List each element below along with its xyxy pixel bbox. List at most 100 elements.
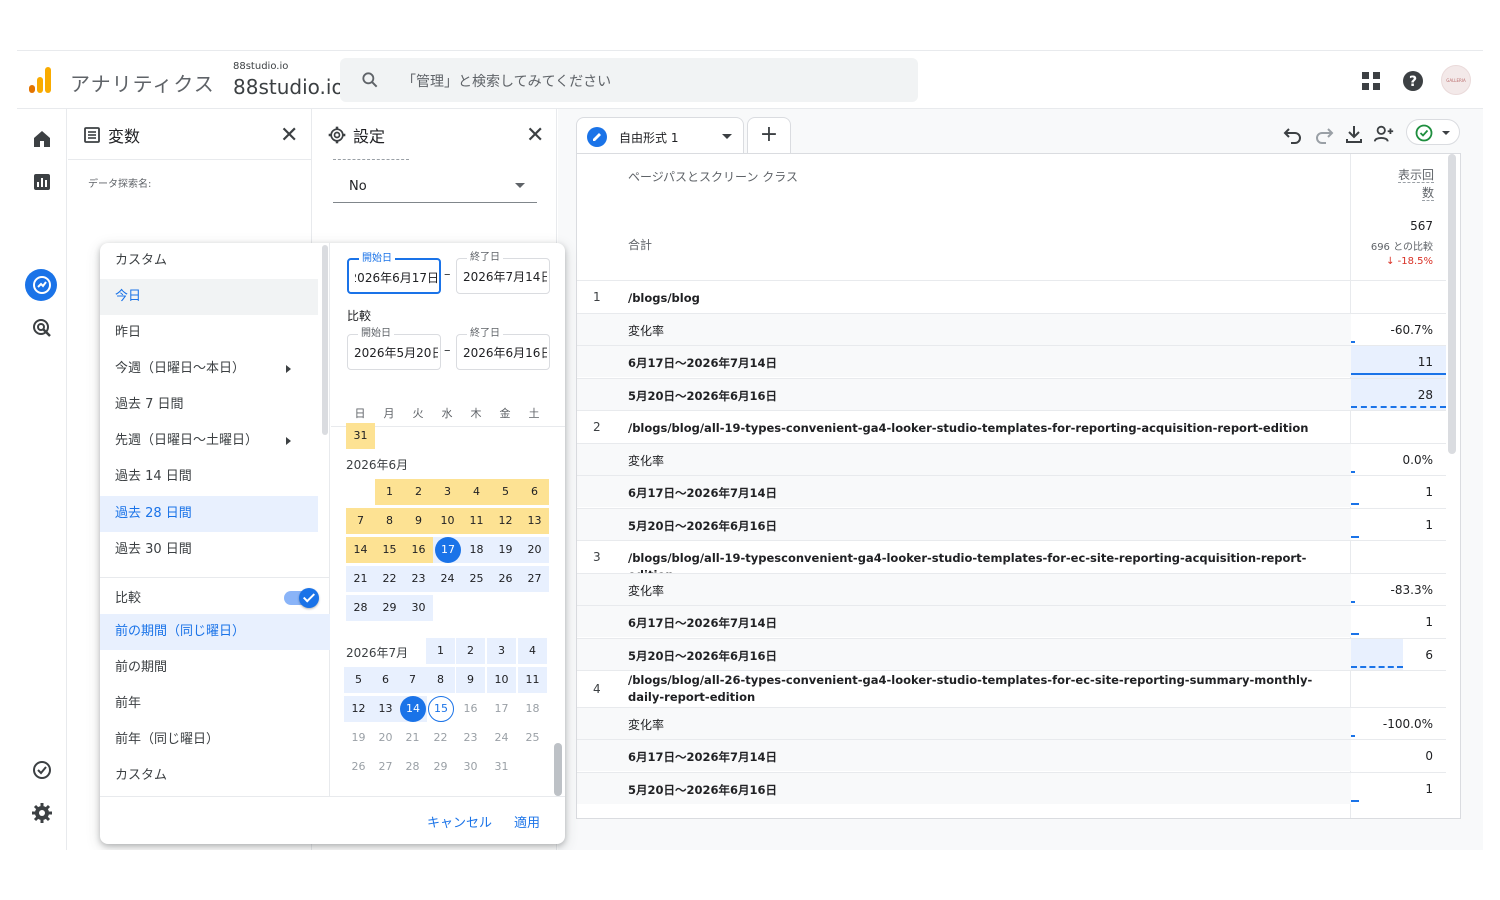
- table-row[interactable]: 変化率 -83.3%: [577, 572, 1446, 606]
- table-row[interactable]: 6月17日〜2026年7月14日 1: [577, 605, 1446, 638]
- calendar-day[interactable]: 27: [520, 566, 549, 592]
- table-row[interactable]: 変化率 -60.7%: [577, 312, 1446, 346]
- calendar-day[interactable]: 11: [518, 667, 547, 693]
- calendar-day[interactable]: 21: [398, 725, 427, 751]
- calendar-day[interactable]: 2: [456, 638, 485, 664]
- calendar-day[interactable]: 4: [462, 479, 491, 505]
- account-name[interactable]: 88studio.io: [233, 61, 288, 72]
- preset-scrollbar[interactable]: [322, 245, 328, 435]
- compare-end-date-field[interactable]: 終了日 2026年6月16日: [456, 328, 550, 370]
- preset-last-7-days[interactable]: 過去 7 日間: [100, 387, 318, 423]
- start-date-field[interactable]: 開始日 2026年6月17日: [347, 253, 441, 294]
- calendar-day[interactable]: 1: [426, 638, 455, 664]
- calendar-day[interactable]: 3: [433, 479, 462, 505]
- dimension-header[interactable]: ページパスとスクリーン クラス: [628, 168, 798, 185]
- analytics-logo[interactable]: [29, 67, 53, 93]
- compare-toggle[interactable]: [284, 588, 319, 608]
- calendar-day[interactable]: 16: [404, 537, 433, 563]
- undo-icon[interactable]: [1282, 123, 1304, 145]
- property-name[interactable]: 88studio.io: [233, 75, 344, 99]
- calendar-day[interactable]: 20: [371, 725, 400, 751]
- status-menu[interactable]: [1406, 119, 1460, 145]
- calendar-day[interactable]: 18: [518, 696, 547, 722]
- calendar-day[interactable]: 28: [346, 595, 375, 621]
- compare-toggle-row[interactable]: 比較: [100, 581, 330, 617]
- table-row[interactable]: 3/blogs/blog/all-19-typesconvenient-ga4-…: [577, 540, 1446, 582]
- compare-prev-period[interactable]: 前の期間: [100, 650, 330, 686]
- calendar-day[interactable]: 24: [487, 725, 516, 751]
- preset-last-28-days[interactable]: 過去 28 日間: [100, 496, 318, 532]
- preset-custom[interactable]: カスタム: [100, 243, 318, 279]
- calendar-day[interactable]: 27: [371, 754, 400, 780]
- calendar-day[interactable]: 21: [346, 566, 375, 592]
- calendar-day[interactable]: 16: [456, 696, 485, 722]
- calendar-day[interactable]: 15: [426, 696, 455, 722]
- calendar-day[interactable]: 18: [462, 537, 491, 563]
- calendar-day[interactable]: 30: [456, 754, 485, 780]
- calendar-day[interactable]: 14: [346, 537, 375, 563]
- calendar-day[interactable]: 8: [375, 508, 404, 534]
- table-row[interactable]: 5月20日〜2026年6月16日 28: [577, 377, 1446, 411]
- calendar-day[interactable]: 26: [344, 754, 373, 780]
- calendar-day[interactable]: 6: [520, 479, 549, 505]
- compare-prev-period-same-weekday[interactable]: 前の期間（同じ曜日）: [100, 614, 330, 650]
- chevron-down-icon[interactable]: [722, 134, 732, 139]
- calendar-day[interactable]: 17: [487, 696, 516, 722]
- calendar-day[interactable]: 10: [487, 667, 516, 693]
- apply-button[interactable]: 適用: [514, 812, 540, 831]
- table-row[interactable]: 変化率 0.0%: [577, 442, 1446, 476]
- calendar-day[interactable]: 13: [520, 508, 549, 534]
- end-date-field[interactable]: 終了日 2026年7月14日: [456, 252, 550, 294]
- table-row[interactable]: 5月20日〜2026年6月16日 6: [577, 637, 1446, 671]
- calendar-day[interactable]: 15: [375, 537, 404, 563]
- calendar-day[interactable]: 8: [426, 667, 455, 693]
- calendar-day[interactable]: 14: [398, 696, 427, 722]
- calendar-day[interactable]: 19: [491, 537, 520, 563]
- calendar-day[interactable]: 12: [344, 696, 373, 722]
- calendar-day[interactable]: 23: [404, 566, 433, 592]
- calendar-day[interactable]: 4: [518, 638, 547, 664]
- home-icon[interactable]: [30, 127, 54, 151]
- compare-custom[interactable]: カスタム: [100, 758, 330, 794]
- calendar-day[interactable]: 11: [462, 508, 491, 534]
- preset-this-week[interactable]: 今週（日曜日〜本日）: [100, 351, 318, 387]
- calendar-scrollbar[interactable]: [554, 743, 562, 796]
- preset-last-week[interactable]: 先週（日曜日〜土曜日）: [100, 423, 318, 459]
- calendar-day[interactable]: 6: [371, 667, 400, 693]
- share-icon[interactable]: [1373, 123, 1395, 145]
- calendar-day[interactable]: 1: [375, 479, 404, 505]
- help-icon[interactable]: ?: [1402, 70, 1424, 92]
- calendar-day[interactable]: 5: [491, 479, 520, 505]
- avatar[interactable]: GALLERIA: [1441, 65, 1471, 95]
- calendar-day[interactable]: 31: [346, 423, 375, 449]
- cancel-button[interactable]: キャンセル: [427, 812, 492, 831]
- reports-icon[interactable]: [30, 170, 54, 194]
- calendar-day[interactable]: 25: [462, 566, 491, 592]
- metric-header[interactable]: 表示回 数: [1362, 166, 1434, 202]
- calendar-day[interactable]: 3: [487, 638, 516, 664]
- close-icon[interactable]: ✕: [526, 123, 544, 148]
- advertising-icon[interactable]: [30, 316, 54, 340]
- table-row[interactable]: 4/blogs/blog/all-26-types-convenient-ga4…: [577, 670, 1446, 706]
- calendar-day[interactable]: 17: [433, 537, 462, 563]
- calendar-day[interactable]: 22: [375, 566, 404, 592]
- calendar-day[interactable]: 24: [433, 566, 462, 592]
- table-row[interactable]: 1/blogs/blog: [577, 280, 1446, 312]
- calendar-day[interactable]: 29: [375, 595, 404, 621]
- calendar-day[interactable]: 31: [487, 754, 516, 780]
- preset-last-30-days[interactable]: 過去 30 日間: [100, 532, 318, 568]
- calendar-day[interactable]: 20: [520, 537, 549, 563]
- checklist-icon[interactable]: [30, 758, 54, 782]
- calendar-day[interactable]: 7: [346, 508, 375, 534]
- calendar-day[interactable]: 9: [404, 508, 433, 534]
- table-row[interactable]: 6月17日〜2026年7月14日 1: [577, 475, 1446, 508]
- calendar-day[interactable]: 28: [398, 754, 427, 780]
- table-row[interactable]: 6月17日〜2026年7月14日 0: [577, 739, 1446, 772]
- preset-yesterday[interactable]: 昨日: [100, 315, 318, 351]
- apps-icon[interactable]: [1360, 70, 1382, 92]
- table-row[interactable]: 5月20日〜2026年6月16日 1: [577, 771, 1446, 805]
- table-row[interactable]: 2/blogs/blog/all-19-types-convenient-ga4…: [577, 410, 1446, 442]
- calendar-day[interactable]: 13: [371, 696, 400, 722]
- calendar-day[interactable]: 2: [404, 479, 433, 505]
- compare-prev-year[interactable]: 前年: [100, 686, 330, 722]
